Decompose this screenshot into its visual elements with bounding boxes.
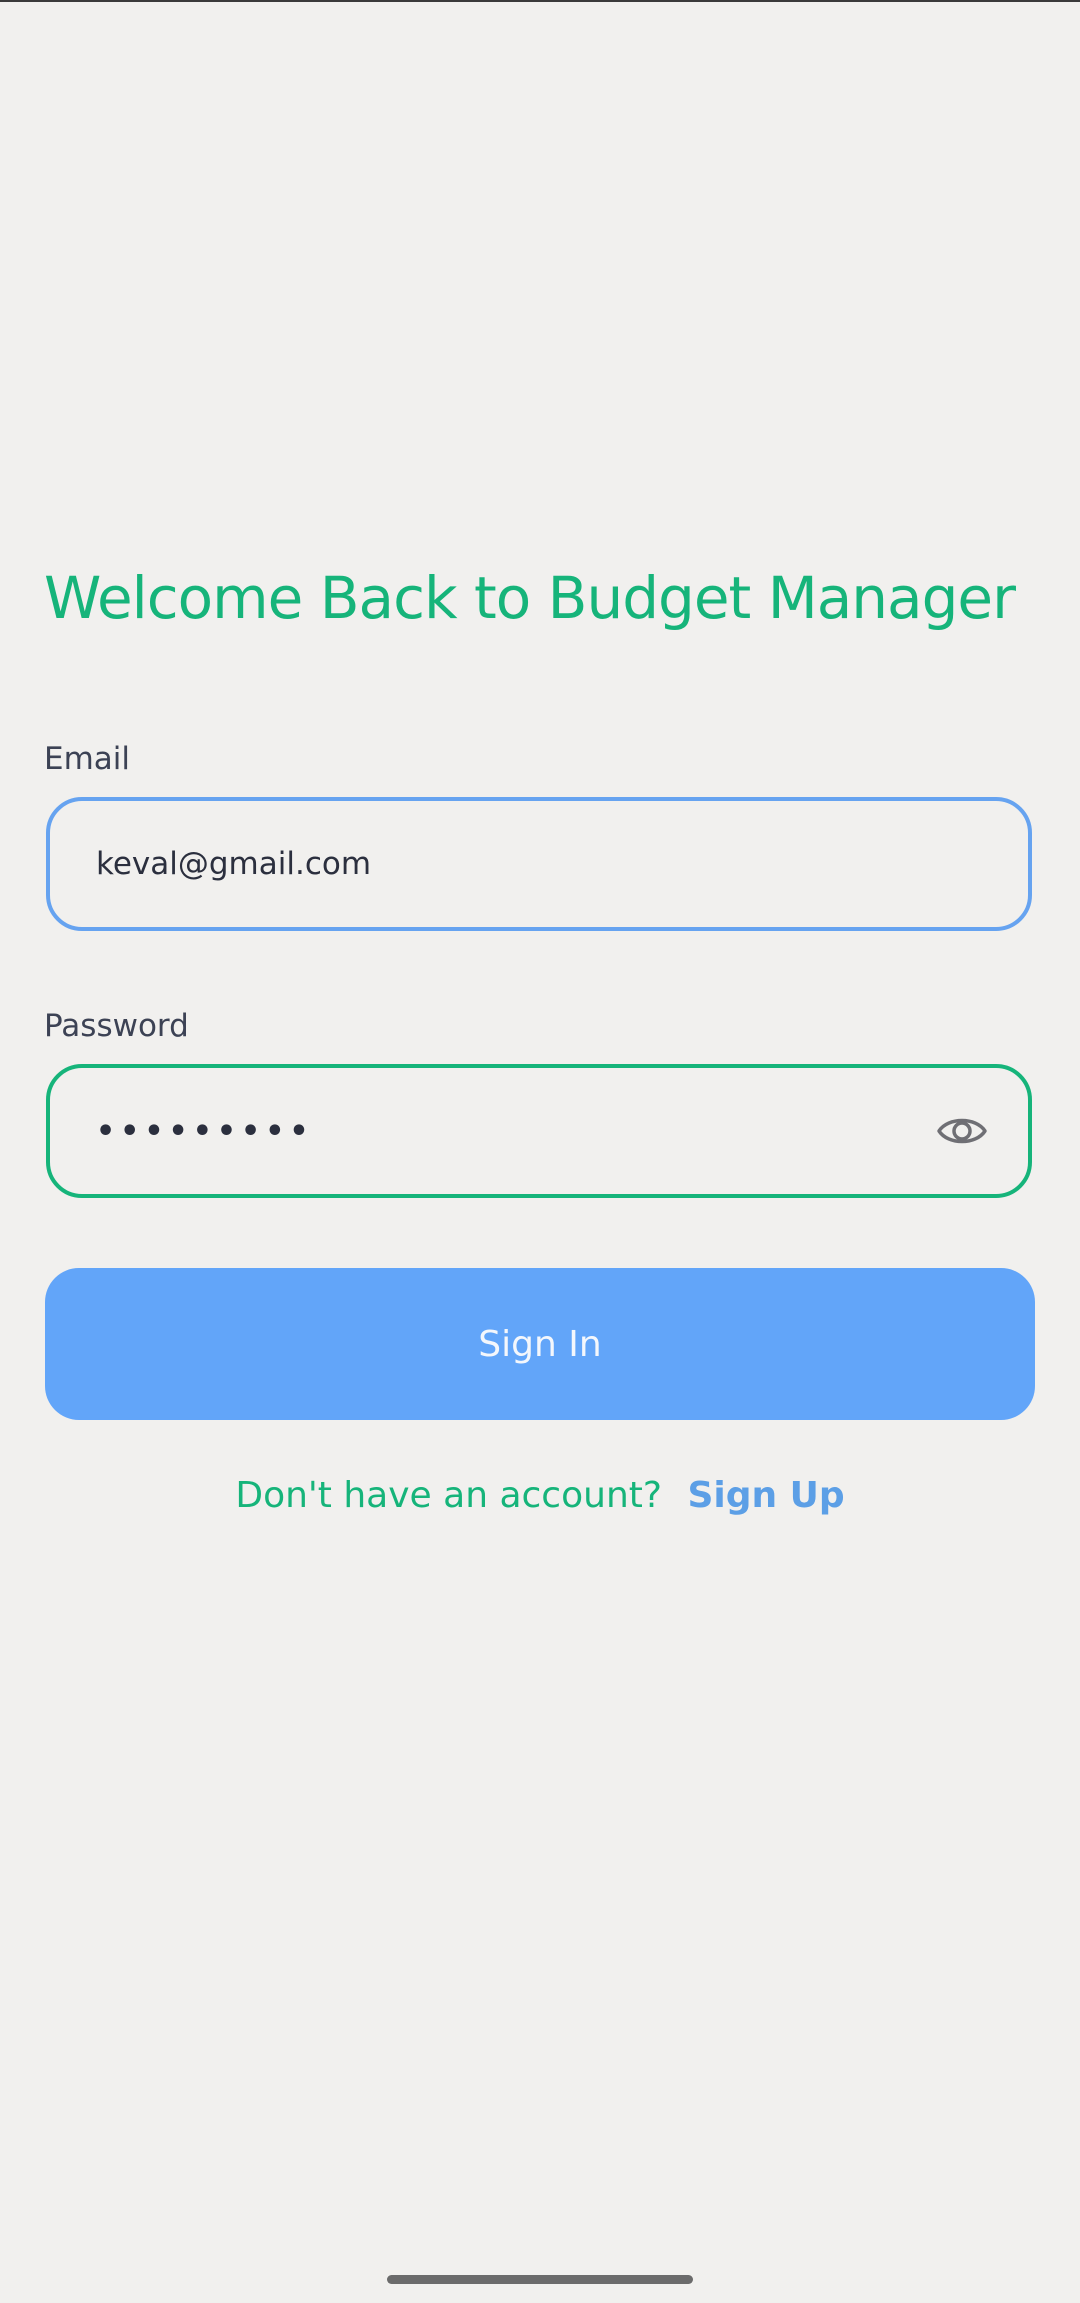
eye-icon[interactable] [936,1113,988,1149]
password-value: ••••••••• [96,1113,314,1149]
signup-row: Don't have an account? Sign Up [0,1466,1080,1526]
home-indicator[interactable] [387,2275,693,2284]
sign-up-link[interactable]: Sign Up [687,1475,844,1516]
password-field[interactable]: ••••••••• [46,1064,1032,1198]
sign-in-button[interactable]: Sign In [45,1268,1035,1420]
page-title: Welcome Back to Budget Manager [44,564,1016,632]
email-value: keval@gmail.com [96,846,372,882]
signup-prompt: Don't have an account? [235,1475,662,1516]
email-field[interactable]: keval@gmail.com [46,797,1032,931]
status-bar-divider [0,0,1080,2]
password-label: Password [44,1008,189,1044]
email-label: Email [44,741,131,777]
